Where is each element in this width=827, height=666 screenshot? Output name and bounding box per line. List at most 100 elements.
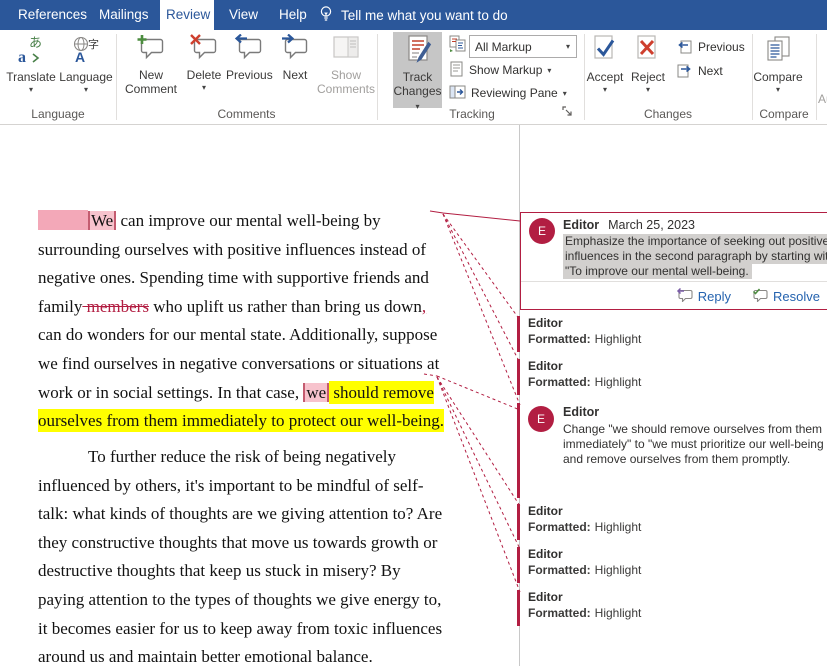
comments-pane-icon xyxy=(316,34,376,65)
text-run-ins: , xyxy=(422,297,426,316)
change-block-3[interactable]: Editor Formatted:Highlight xyxy=(517,504,817,542)
comment-card-2[interactable]: E Editor Change "we should remove oursel… xyxy=(517,403,827,498)
compare-label: Compare xyxy=(753,70,803,84)
translate-icon: あa xyxy=(4,34,58,67)
translate-button[interactable]: あa Translate ▾ xyxy=(4,32,58,108)
change-bar xyxy=(517,359,520,395)
tab-help[interactable]: Help xyxy=(273,0,313,30)
delete-comment-button[interactable]: Delete ▾ xyxy=(183,32,225,108)
speech-bubble-reply-icon xyxy=(676,287,693,305)
doc-line[interactable]: around us and maintain better emotional … xyxy=(38,646,373,666)
delete-comment-label: Delete xyxy=(183,68,225,82)
comments-group-label: Comments xyxy=(116,106,377,122)
compare-button[interactable]: Compare ▾ xyxy=(753,32,803,108)
next-change-label: Next xyxy=(698,64,723,78)
doc-line[interactable]: work or in social settings. In that case… xyxy=(38,382,434,404)
group-separator xyxy=(816,34,817,120)
text-run: we find ourselves in negative conversati… xyxy=(38,354,439,373)
doc-line[interactable]: family members who uplift us rather than… xyxy=(38,296,426,318)
comment-author: Editor xyxy=(563,405,599,419)
text-run-del: members xyxy=(82,297,149,316)
new-comment-button[interactable]: New Comment xyxy=(121,32,181,108)
text-run: talk: what kinds of thoughts are we givi… xyxy=(38,504,442,523)
change-bar xyxy=(517,504,520,540)
dropdown-arrow-icon: ▾ xyxy=(776,85,780,94)
reply-label: Reply xyxy=(698,289,731,304)
show-markup-label: Show Markup xyxy=(469,63,542,77)
next-comment-button[interactable]: Next xyxy=(274,32,316,108)
reject-button[interactable]: Reject ▾ xyxy=(629,32,667,108)
change-author: Editor xyxy=(528,316,563,330)
change-block-5[interactable]: Editor Formatted:Highlight xyxy=(517,590,817,628)
display-for-review-select[interactable]: All Markup ▾ xyxy=(469,35,577,58)
show-markup-button[interactable]: Show Markup ▾ xyxy=(449,60,551,80)
doc-line[interactable]: can do wonders for our mental state. Add… xyxy=(38,324,437,346)
globe-language-icon: 字A xyxy=(59,34,113,67)
tab-review[interactable]: Review xyxy=(160,0,214,30)
accept-button[interactable]: Accept ▾ xyxy=(582,32,628,108)
text-run: work or in social settings. In that case… xyxy=(38,383,303,402)
change-description: Formatted:Highlight xyxy=(528,520,641,534)
change-block-1[interactable]: Editor Formatted:Highlight xyxy=(517,316,817,354)
tab-mailings[interactable]: Mailings xyxy=(93,0,155,30)
display-for-review-value: All Markup xyxy=(470,40,560,54)
ribbon-tab-bar: References Mailings Review View Help Tel… xyxy=(0,0,827,30)
tab-references[interactable]: References xyxy=(12,0,93,30)
previous-change-button[interactable]: Previous xyxy=(676,37,745,57)
change-block-4[interactable]: Editor Formatted:Highlight xyxy=(517,547,817,585)
show-comments-button[interactable]: Show Comments xyxy=(316,32,376,108)
svg-text:字: 字 xyxy=(88,37,99,51)
text-run: To further reduce the risk of being nega… xyxy=(88,447,396,466)
dropdown-arrow-icon: ▾ xyxy=(202,83,206,92)
doc-line[interactable]: paying attention to the types of thought… xyxy=(38,589,441,611)
next-change-button[interactable]: Next xyxy=(676,61,723,81)
comment-divider xyxy=(521,281,827,282)
change-author: Editor xyxy=(528,359,563,373)
doc-line[interactable]: To further reduce the risk of being nega… xyxy=(88,446,396,468)
doc-line[interactable]: influenced by others, it's important to … xyxy=(38,475,423,497)
text-run: around us and maintain better emotional … xyxy=(38,647,373,666)
text-run: influenced by others, it's important to … xyxy=(38,476,423,495)
dropdown-arrow-icon[interactable]: ▾ xyxy=(560,42,576,51)
text-run-hl: should remove xyxy=(329,381,434,404)
text-run-hl: ourselves from them immediately to prote… xyxy=(38,409,444,432)
reviewing-pane-button[interactable]: Reviewing Pane ▾ xyxy=(449,83,567,103)
ribbon: あa Translate ▾ 字A Language ▾ Language Ne… xyxy=(0,30,827,125)
tab-view[interactable]: View xyxy=(223,0,264,30)
dropdown-arrow-icon: ▾ xyxy=(603,85,607,94)
doc-line[interactable]: we find ourselves in negative conversati… xyxy=(38,353,439,375)
doc-line[interactable]: talk: what kinds of thoughts are we givi… xyxy=(38,503,442,525)
text-run-anchor: we xyxy=(303,383,329,402)
change-author: Editor xyxy=(528,547,563,561)
track-changes-button[interactable]: Track Changes ▾ xyxy=(393,32,442,108)
show-comments-label: Show xyxy=(316,68,376,82)
comment-card-1[interactable]: E EditorMarch 25, 2023 Emphasize the imp… xyxy=(520,212,827,310)
text-run: who uplift us rather than bring us down xyxy=(149,297,422,316)
doc-line[interactable]: negative ones. Spending time with suppor… xyxy=(38,267,429,289)
doc-line[interactable]: We can improve our mental well-being by xyxy=(38,210,381,232)
comment-date: March 25, 2023 xyxy=(608,218,695,232)
speech-bubble-check-icon xyxy=(751,287,768,305)
reply-button[interactable]: Reply xyxy=(676,287,731,305)
previous-comment-button[interactable]: Previous xyxy=(226,32,272,108)
resolve-button[interactable]: Resolve xyxy=(751,287,820,305)
comment-arrow-left-icon xyxy=(226,34,272,65)
doc-line[interactable]: surrounding ourselves with positive infl… xyxy=(38,239,426,261)
compare-group-label: Compare xyxy=(752,106,816,122)
change-block-2[interactable]: Editor Formatted:Highlight xyxy=(517,359,817,397)
doc-line[interactable]: ourselves from them immediately to prote… xyxy=(38,410,444,432)
doc-line[interactable]: destructive thoughts that keep us stuck … xyxy=(38,560,401,582)
show-comments-label2: Comments xyxy=(316,82,376,96)
change-bar xyxy=(517,316,520,352)
comment-arrow-right-icon xyxy=(274,34,316,65)
doc-line[interactable]: it becomes easier for us to keep away fr… xyxy=(38,618,442,640)
doc-line[interactable]: they constructive thoughts that move us … xyxy=(38,532,437,554)
tell-me-box[interactable]: Tell me what you want to do xyxy=(318,0,508,30)
text-run-anchor: We xyxy=(88,211,116,230)
svg-text:A: A xyxy=(75,49,85,64)
change-bar xyxy=(517,590,520,626)
language-button[interactable]: 字A Language ▾ xyxy=(59,32,113,108)
translate-label: Translate xyxy=(4,70,58,84)
change-author: Editor xyxy=(528,504,563,518)
avatar: E xyxy=(528,406,554,432)
